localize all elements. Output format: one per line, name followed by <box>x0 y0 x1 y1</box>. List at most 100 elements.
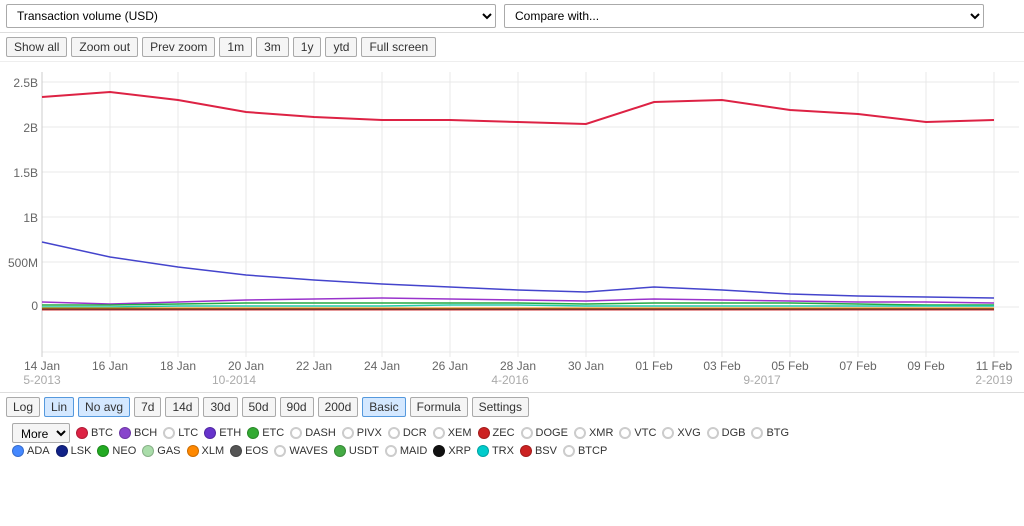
eth-icon <box>204 427 216 439</box>
1y-button[interactable]: 1y <box>293 37 322 57</box>
bottom-controls: Log Lin No avg 7d 14d 30d 50d 90d 200d B… <box>0 392 1024 463</box>
no-avg-button[interactable]: No avg <box>78 397 130 417</box>
chart-type-select[interactable]: Transaction volume (USD) <box>6 4 496 28</box>
xem-icon <box>433 427 445 439</box>
svg-text:1B: 1B <box>23 211 38 225</box>
xmr-icon <box>574 427 586 439</box>
svg-text:03 Feb: 03 Feb <box>703 359 741 373</box>
svg-text:2-2019: 2-2019 <box>975 373 1013 387</box>
maid-icon <box>385 445 397 457</box>
svg-text:24 Jan: 24 Jan <box>364 359 400 373</box>
svg-text:5-2013: 5-2013 <box>23 373 61 387</box>
ada-icon <box>12 445 24 457</box>
trx-icon <box>477 445 489 457</box>
compare-select[interactable]: Compare with... <box>504 4 984 28</box>
vtc-icon <box>619 427 631 439</box>
top-bar: Transaction volume (USD) Compare with... <box>0 0 1024 33</box>
legend-eth: ETH <box>204 427 241 439</box>
legend-rows: More BTC BCH LTC ETH ETC <box>6 421 1018 459</box>
zoom-out-button[interactable]: Zoom out <box>71 37 138 57</box>
legend-bsv: BSV <box>520 445 557 457</box>
legend-waves: WAVES <box>274 445 328 457</box>
svg-text:22 Jan: 22 Jan <box>296 359 332 373</box>
legend-dgb: DGB <box>707 427 746 439</box>
svg-text:1.5B: 1.5B <box>13 166 38 180</box>
btg-icon <box>751 427 763 439</box>
legend-vtc: VTC <box>619 427 656 439</box>
svg-text:2B: 2B <box>23 121 38 135</box>
legend-neo: NEO <box>97 445 136 457</box>
svg-text:16 Jan: 16 Jan <box>92 359 128 373</box>
legend-ltc: LTC <box>163 427 198 439</box>
svg-text:11 Feb: 11 Feb <box>976 359 1013 373</box>
basic-button[interactable]: Basic <box>362 397 405 417</box>
7d-button[interactable]: 7d <box>134 397 161 417</box>
svg-text:09 Feb: 09 Feb <box>907 359 945 373</box>
legend-bch: BCH <box>119 427 157 439</box>
200d-button[interactable]: 200d <box>318 397 359 417</box>
dgb-icon <box>707 427 719 439</box>
3m-button[interactable]: 3m <box>256 37 289 57</box>
legend-btc: BTC <box>76 427 113 439</box>
xrp-icon <box>433 445 445 457</box>
bch-icon <box>119 427 131 439</box>
90d-button[interactable]: 90d <box>280 397 314 417</box>
xvg-icon <box>662 427 674 439</box>
gas-icon <box>142 445 154 457</box>
dcr-icon <box>388 427 400 439</box>
dash-icon <box>290 427 302 439</box>
legend-xmr: XMR <box>574 427 613 439</box>
chart-controls: Show all Zoom out Prev zoom 1m 3m 1y ytd… <box>0 33 1024 62</box>
formula-button[interactable]: Formula <box>410 397 468 417</box>
svg-text:0: 0 <box>31 299 38 313</box>
legend-trx: TRX <box>477 445 514 457</box>
svg-text:500M: 500M <box>8 256 38 270</box>
legend-eos: EOS <box>230 445 268 457</box>
legend-zec: ZEC <box>478 427 515 439</box>
eos-icon <box>230 445 242 457</box>
usdt-icon <box>334 445 346 457</box>
prev-zoom-button[interactable]: Prev zoom <box>142 37 215 57</box>
legend-row-2: ADA LSK NEO GAS XLM EOS <box>12 445 1012 457</box>
legend-xem: XEM <box>433 427 472 439</box>
full-screen-button[interactable]: Full screen <box>361 37 436 57</box>
svg-text:18 Jan: 18 Jan <box>160 359 196 373</box>
legend-xrp: XRP <box>433 445 471 457</box>
legend-lsk: LSK <box>56 445 92 457</box>
50d-button[interactable]: 50d <box>242 397 276 417</box>
neo-icon <box>97 445 109 457</box>
svg-text:9-2017: 9-2017 <box>743 373 781 387</box>
show-all-button[interactable]: Show all <box>6 37 67 57</box>
legend-row-1: More BTC BCH LTC ETH ETC <box>12 423 1012 443</box>
xlm-icon <box>187 445 199 457</box>
settings-button[interactable]: Settings <box>472 397 529 417</box>
30d-button[interactable]: 30d <box>203 397 237 417</box>
14d-button[interactable]: 14d <box>165 397 199 417</box>
svg-text:20 Jan: 20 Jan <box>228 359 264 373</box>
pivx-icon <box>342 427 354 439</box>
svg-text:30 Jan: 30 Jan <box>568 359 604 373</box>
doge-icon <box>521 427 533 439</box>
lin-button[interactable]: Lin <box>44 397 74 417</box>
legend-btg: BTG <box>751 427 789 439</box>
legend-doge: DOGE <box>521 427 568 439</box>
chart-area: 2.5B 2B 1.5B 1B 500M 0 14 Jan 16 Jan 18 … <box>0 62 1024 392</box>
legend-ada: ADA <box>12 445 50 457</box>
svg-text:2.5B: 2.5B <box>13 76 38 90</box>
legend-gas: GAS <box>142 445 180 457</box>
more-select[interactable]: More <box>12 423 70 443</box>
legend-maid: MAID <box>385 445 428 457</box>
svg-text:07 Feb: 07 Feb <box>839 359 877 373</box>
legend-pivx: PIVX <box>342 427 382 439</box>
svg-text:05 Feb: 05 Feb <box>771 359 809 373</box>
svg-text:28 Jan: 28 Jan <box>500 359 536 373</box>
svg-text:10-2014: 10-2014 <box>212 373 256 387</box>
log-button[interactable]: Log <box>6 397 40 417</box>
ytd-button[interactable]: ytd <box>325 37 357 57</box>
svg-text:26 Jan: 26 Jan <box>432 359 468 373</box>
btcp-icon <box>563 445 575 457</box>
lsk-icon <box>56 445 68 457</box>
etc-icon <box>247 427 259 439</box>
1m-button[interactable]: 1m <box>219 37 252 57</box>
zec-icon <box>478 427 490 439</box>
